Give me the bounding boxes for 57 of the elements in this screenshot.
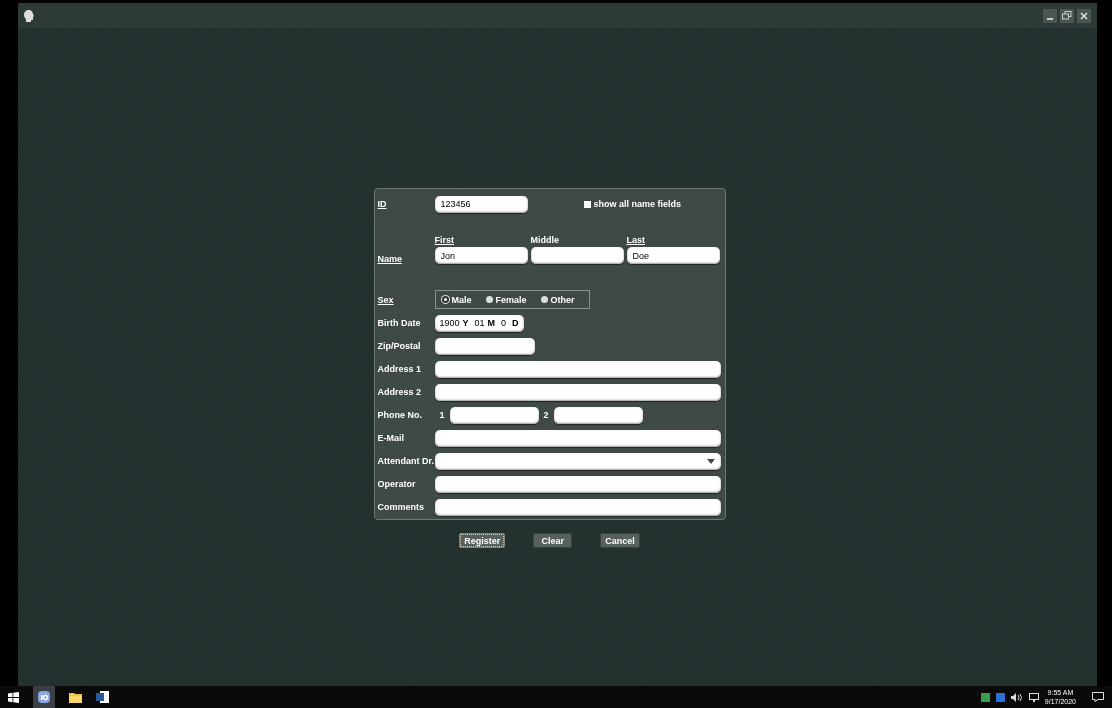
field-label: Name	[377, 254, 403, 264]
field-label: Phone No.	[377, 410, 423, 420]
radio-label: Other	[550, 294, 575, 305]
radio-label: Male	[451, 294, 472, 305]
text-field[interactable]	[434, 337, 535, 355]
phone-number-label: 1	[438, 410, 446, 420]
field-label: Comments	[377, 502, 425, 512]
phone-field[interactable]	[449, 406, 539, 424]
minimize-button[interactable]	[1043, 8, 1057, 23]
speaker-icon[interactable]	[1010, 692, 1023, 702]
clear-button[interactable]: Clear	[533, 533, 573, 548]
text-field[interactable]	[434, 383, 721, 401]
cancel-button[interactable]: Cancel	[600, 533, 640, 548]
text-field[interactable]	[434, 360, 721, 378]
caret-icon	[706, 458, 715, 464]
close-icon	[1080, 11, 1088, 20]
dropdown[interactable]	[434, 452, 721, 470]
restore-button[interactable]	[1060, 8, 1074, 23]
close-button[interactable]	[1077, 8, 1091, 23]
field-label: Address 2	[377, 387, 423, 397]
text-field[interactable]	[434, 498, 721, 516]
column-label: Middle	[530, 235, 560, 245]
document-app-icon[interactable]	[96, 691, 109, 703]
notification-icon[interactable]	[1092, 692, 1104, 702]
text-field[interactable]	[434, 429, 721, 447]
text-field[interactable]	[434, 475, 721, 493]
field-label: Operator	[377, 479, 417, 489]
phone-number-label: 2	[542, 410, 550, 420]
restore-icon	[1062, 11, 1072, 20]
name-field[interactable]	[530, 247, 624, 264]
windows-start-icon[interactable]	[8, 691, 19, 703]
field-label: Attendant Dr.	[377, 456, 435, 466]
field-label: Zip/Postal	[377, 341, 422, 351]
id-field[interactable]: 123456	[434, 195, 528, 213]
field-label: Sex	[377, 294, 395, 305]
radio-label: Female	[495, 294, 527, 305]
register-button[interactable]: Register	[459, 533, 506, 548]
field-label: Address 1	[377, 364, 423, 374]
name-field[interactable]: Jon	[434, 247, 528, 264]
phone-field[interactable]	[553, 406, 643, 424]
checkbox-label: show all name fields	[593, 199, 682, 209]
radio-button[interactable]	[441, 296, 449, 303]
app-icon	[37, 690, 51, 704]
date-field[interactable]: 1900 Y 01 M 0 D	[434, 314, 524, 332]
field-label: Birth Date	[377, 318, 422, 328]
field-label: ID	[377, 199, 388, 209]
folder-icon[interactable]	[69, 691, 82, 703]
radio-button[interactable]	[540, 296, 548, 303]
checkbox[interactable]	[583, 200, 591, 208]
field-label: E-Mail	[377, 433, 405, 443]
minimize-icon	[1047, 17, 1053, 20]
head-icon	[24, 9, 34, 22]
radio-button[interactable]	[485, 296, 493, 303]
column-label: Last	[626, 235, 646, 245]
column-label: First	[434, 235, 455, 245]
taskbar-app-button[interactable]	[33, 686, 55, 708]
name-field[interactable]: Doe	[626, 247, 720, 264]
